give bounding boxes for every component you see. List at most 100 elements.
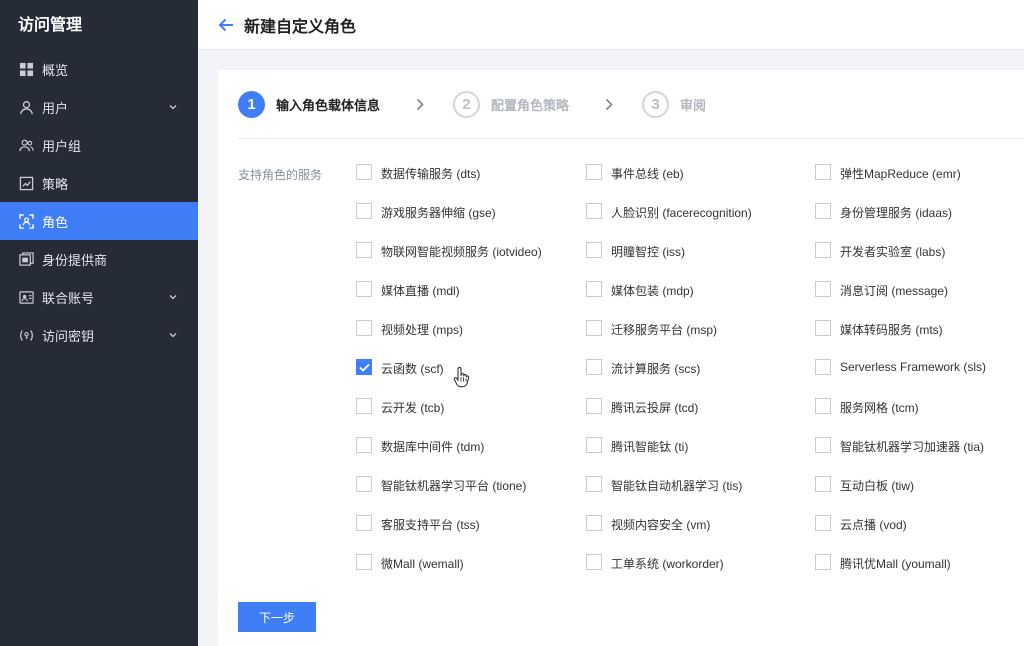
service-checkbox[interactable] — [356, 242, 372, 258]
service-label: 智能钛自动机器学习 (tis) — [611, 479, 743, 493]
service-option[interactable]: 视频内容安全 (vm) — [586, 512, 815, 551]
service-option[interactable]: 消息订阅 (message) — [815, 278, 1024, 317]
service-checkbox[interactable] — [356, 281, 372, 297]
next-step-button[interactable]: 下一步 — [238, 602, 316, 632]
sidebar: 访问管理 概览 用户 用户组 策略角色身份提供商联合账号访问密钥 — [0, 0, 198, 646]
service-label: 人脸识别 (facerecognition) — [611, 206, 752, 220]
sidebar-title: 访问管理 — [18, 17, 83, 34]
service-checkbox[interactable] — [586, 398, 602, 414]
service-checkbox[interactable] — [815, 476, 831, 492]
service-option[interactable]: 开发者实验室 (labs) — [815, 239, 1024, 278]
service-option[interactable]: 微Mall (wemall) — [356, 551, 586, 590]
service-label: 腾讯云投屏 (tcd) — [611, 401, 699, 415]
service-checkbox[interactable] — [815, 203, 831, 219]
service-checkbox[interactable] — [356, 437, 372, 453]
sidebar-item-1[interactable]: 概览 — [0, 50, 198, 88]
service-checkbox[interactable] — [815, 437, 831, 453]
service-option[interactable]: 智能钛自动机器学习 (tis) — [586, 473, 815, 512]
service-checkbox[interactable] — [815, 554, 831, 570]
service-checkbox[interactable] — [356, 398, 372, 414]
service-label: Serverless Framework (sls) — [840, 360, 987, 374]
service-checkbox[interactable] — [356, 476, 372, 492]
service-option[interactable]: 身份管理服务 (idaas) — [815, 200, 1024, 239]
step-number: 3 — [642, 90, 670, 118]
service-checkbox[interactable] — [586, 281, 602, 297]
service-checkbox[interactable] — [815, 281, 831, 297]
service-option[interactable]: 视频处理 (mps) — [356, 317, 586, 356]
service-option[interactable]: 智能钛机器学习加速器 (tia) — [815, 434, 1024, 473]
service-option[interactable]: 游戏服务器伸缩 (gse) — [356, 200, 586, 239]
sidebar-item-6[interactable]: 身份提供商 — [0, 240, 198, 278]
service-label: 腾讯智能钛 (ti) — [611, 440, 689, 454]
service-option[interactable]: 智能钛机器学习平台 (tione) — [356, 473, 586, 512]
service-checkbox[interactable] — [586, 320, 602, 336]
service-option[interactable]: 腾讯云投屏 (tcd) — [586, 395, 815, 434]
service-checkbox[interactable] — [815, 515, 831, 531]
service-checkbox[interactable] — [815, 398, 831, 414]
service-checkbox[interactable] — [815, 242, 831, 258]
service-label: 媒体直播 (mdl) — [381, 284, 460, 298]
chevron-down-icon — [168, 330, 178, 340]
sidebar-item-3[interactable]: 用户组 — [0, 126, 198, 164]
divider — [238, 138, 1024, 139]
service-option[interactable]: 迁移服务平台 (msp) — [586, 317, 815, 356]
service-option[interactable]: 数据传输服务 (dts) — [356, 161, 586, 200]
service-option[interactable]: 云点播 (vod) — [815, 512, 1024, 551]
service-option[interactable]: 人脸识别 (facerecognition) — [586, 200, 815, 239]
overview-icon — [18, 61, 34, 77]
sidebar-item-label: 联合账号 — [42, 290, 95, 306]
service-checkbox[interactable] — [356, 359, 372, 375]
sidebar-item-label: 角色 — [42, 214, 69, 230]
service-checkbox[interactable] — [356, 203, 372, 219]
service-checkbox[interactable] — [815, 164, 831, 180]
federated-account-icon — [18, 289, 34, 305]
service-checkbox[interactable] — [586, 476, 602, 492]
service-label: 智能钛机器学习加速器 (tia) — [840, 440, 985, 454]
sidebar-item-5[interactable]: 角色 — [0, 202, 198, 240]
service-checkbox[interactable] — [586, 515, 602, 531]
service-option[interactable]: 云开发 (tcb) — [356, 395, 586, 434]
policy-icon — [18, 175, 34, 191]
service-checkbox[interactable] — [356, 554, 372, 570]
service-option[interactable]: 流计算服务 (scs) — [586, 356, 815, 395]
service-option[interactable]: Serverless Framework (sls) — [815, 356, 1024, 395]
back-arrow-icon[interactable] — [216, 15, 236, 35]
service-label: 消息订阅 (message) — [840, 284, 949, 298]
service-checkbox[interactable] — [815, 320, 831, 336]
service-checkbox[interactable] — [586, 164, 602, 180]
sidebar-item-8[interactable]: 访问密钥 — [0, 316, 198, 354]
service-checkbox[interactable] — [356, 320, 372, 336]
service-label: 迁移服务平台 (msp) — [611, 323, 717, 337]
service-option[interactable]: 服务网格 (tcm) — [815, 395, 1024, 434]
service-option[interactable]: 媒体转码服务 (mts) — [815, 317, 1024, 356]
sidebar-item-4[interactable]: 策略 — [0, 164, 198, 202]
service-option[interactable]: 媒体直播 (mdl) — [356, 278, 586, 317]
service-option[interactable]: 媒体包装 (mdp) — [586, 278, 815, 317]
service-checkbox[interactable] — [586, 554, 602, 570]
service-option[interactable]: 弹性MapReduce (emr) — [815, 161, 1024, 200]
service-label: 数据传输服务 (dts) — [381, 167, 481, 181]
service-option[interactable]: 数据库中间件 (tdm) — [356, 434, 586, 473]
service-option[interactable]: 明瞳智控 (iss) — [586, 239, 815, 278]
sidebar-item-7[interactable]: 联合账号 — [0, 278, 198, 316]
service-checkbox[interactable] — [586, 359, 602, 375]
service-checkbox[interactable] — [586, 437, 602, 453]
service-label: 事件总线 (eb) — [611, 167, 684, 181]
service-checkbox[interactable] — [815, 359, 831, 375]
service-option[interactable]: 客服支持平台 (tss) — [356, 512, 586, 551]
service-option[interactable]: 腾讯优Mall (youmall) — [815, 551, 1024, 590]
service-option[interactable]: 腾讯智能钛 (ti) — [586, 434, 815, 473]
service-label: 云函数 (scf) — [381, 362, 444, 376]
service-option[interactable]: 事件总线 (eb) — [586, 161, 815, 200]
service-label: 云点播 (vod) — [840, 518, 907, 532]
service-option[interactable]: 物联网智能视频服务 (iotvideo) — [356, 239, 586, 278]
sidebar-menu: 概览 用户 用户组 策略角色身份提供商联合账号访问密钥 — [0, 50, 198, 354]
service-checkbox[interactable] — [586, 242, 602, 258]
service-checkbox[interactable] — [356, 515, 372, 531]
service-checkbox[interactable] — [356, 164, 372, 180]
service-option[interactable]: 互动白板 (tiw) — [815, 473, 1024, 512]
service-option[interactable]: 工单系统 (workorder) — [586, 551, 815, 590]
service-checkbox[interactable] — [586, 203, 602, 219]
service-label: 开发者实验室 (labs) — [840, 245, 946, 259]
sidebar-item-2[interactable]: 用户 — [0, 88, 198, 126]
